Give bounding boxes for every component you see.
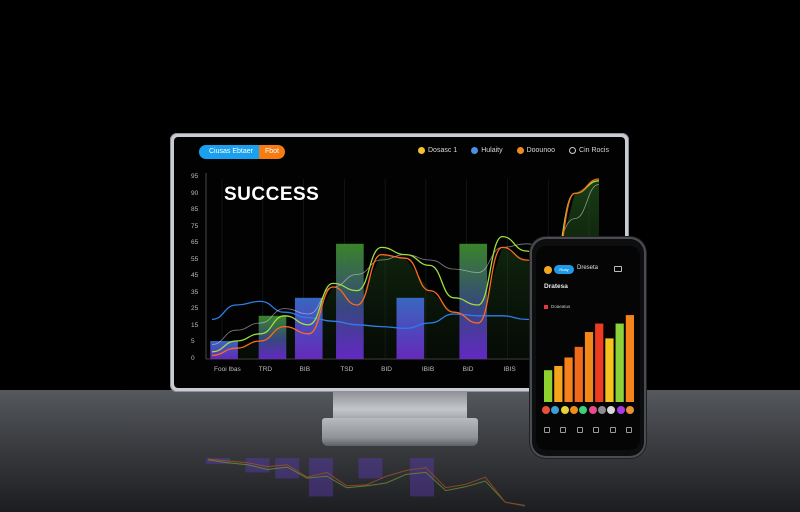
app-icon[interactable] — [551, 406, 560, 414]
y-tick-label: 65 — [191, 239, 199, 247]
settings-icon[interactable] — [609, 427, 616, 433]
app-icon[interactable] — [616, 406, 625, 414]
monitor-stand-neck — [333, 391, 467, 421]
scene: Ciusas Ebtaer Fbot Dosasc 1 Hulaity Doou… — [0, 0, 800, 512]
y-tick-label: 95 — [191, 173, 199, 180]
y-tick-label: 45 — [191, 272, 199, 280]
avatar[interactable] — [544, 266, 552, 274]
chart-icon[interactable] — [576, 427, 583, 433]
desk-reflection — [205, 458, 526, 507]
message-icon[interactable] — [593, 427, 600, 433]
y-tick-label: 90 — [191, 189, 199, 197]
nav-item-coins[interactable]: Doounoo — [516, 147, 556, 154]
phone-screen: Roay Dreseta Dratesa Doaeatus — [536, 246, 640, 450]
app-icon[interactable] — [560, 406, 569, 414]
app-icon[interactable] — [607, 406, 616, 414]
phone-heading: Dreseta — [577, 265, 599, 271]
phone-chart-bar — [595, 323, 604, 402]
phone-subheading: Dratesa — [544, 283, 568, 290]
phone-chart-bar — [564, 357, 573, 402]
app-icon[interactable] — [542, 406, 550, 414]
phone-chart-bar — [544, 370, 553, 402]
grid-icon[interactable] — [560, 427, 567, 433]
y-tick-label: 85 — [191, 206, 199, 214]
phone-nav-bar — [544, 427, 632, 433]
phone-legend: Doaeatus — [544, 304, 570, 309]
header-pill-group: Ciusas Ebtaer Fbot — [199, 145, 285, 159]
phone-chart-bar — [574, 346, 583, 402]
chart-bar — [258, 315, 287, 359]
nav-item-label: Doounoo — [526, 147, 556, 154]
nav-item-profile[interactable]: Hulaity — [471, 147, 503, 154]
chart-title: SUCCESS — [224, 184, 320, 205]
battery-icon — [614, 266, 622, 272]
y-tick-label: 5 — [191, 338, 195, 346]
x-tick-label: BID — [381, 366, 392, 373]
person-icon — [569, 147, 577, 154]
secondary-pill-button[interactable]: Fbot — [258, 145, 285, 159]
x-tick-label: IBIB — [421, 366, 435, 373]
x-tick-label: BID — [462, 366, 474, 373]
y-tick-label: 75 — [191, 222, 199, 230]
y-tick-label: 15 — [191, 321, 199, 329]
y-tick-label: 25 — [191, 305, 199, 313]
phone-chart-bar — [625, 315, 634, 402]
app-icon[interactable] — [579, 406, 588, 414]
x-tick-label: TSD — [340, 366, 354, 373]
app-icon[interactable] — [625, 406, 634, 414]
coin-icon — [516, 147, 524, 154]
nav-item-account[interactable]: Cin Rocis — [569, 147, 609, 154]
chart-bar — [294, 297, 323, 359]
phone-chart-bar — [554, 365, 563, 402]
phone-chart — [544, 315, 634, 402]
x-tick-label: IBIS — [503, 366, 516, 373]
nav-item-label: Hulaity — [481, 147, 503, 154]
app-icon[interactable] — [588, 406, 597, 414]
phone-header-pill[interactable]: Roay — [554, 265, 574, 274]
home-icon[interactable] — [544, 427, 550, 433]
nav-item-label: Dosasc 1 — [428, 147, 458, 154]
user-icon — [471, 147, 479, 154]
monitor-stand-base — [322, 418, 478, 446]
primary-pill-button[interactable]: Ciusas Ebtaer — [199, 145, 259, 159]
x-tick-label: BIB — [299, 366, 311, 373]
phone-app-row — [542, 406, 634, 414]
app-icon[interactable] — [597, 406, 606, 414]
legend-swatch — [544, 304, 548, 309]
profile-icon[interactable] — [625, 427, 632, 433]
reflection-bar — [409, 458, 434, 497]
app-icon[interactable] — [569, 406, 578, 414]
nav-item-label: Cin Rocis — [579, 147, 609, 154]
y-tick-label: 35 — [191, 288, 199, 296]
reflection-bar — [358, 458, 383, 479]
top-nav: Dosasc 1 Hulaity Doounoo Cin Rocis — [418, 147, 609, 154]
y-tick-label: 55 — [191, 255, 199, 263]
chart-bar — [210, 341, 238, 359]
legend-label: Doaeatus — [551, 304, 571, 309]
x-tick-label: Fooi Ibas — [214, 366, 241, 373]
phone-chart-bar — [605, 338, 614, 402]
x-tick-label: TRD — [258, 366, 273, 373]
phone-chart-bar — [584, 332, 594, 402]
y-tick-label: 0 — [191, 355, 195, 362]
nav-item-alerts[interactable]: Dosasc 1 — [418, 147, 457, 154]
bell-icon — [418, 147, 425, 154]
phone-chart-bar — [615, 323, 624, 402]
